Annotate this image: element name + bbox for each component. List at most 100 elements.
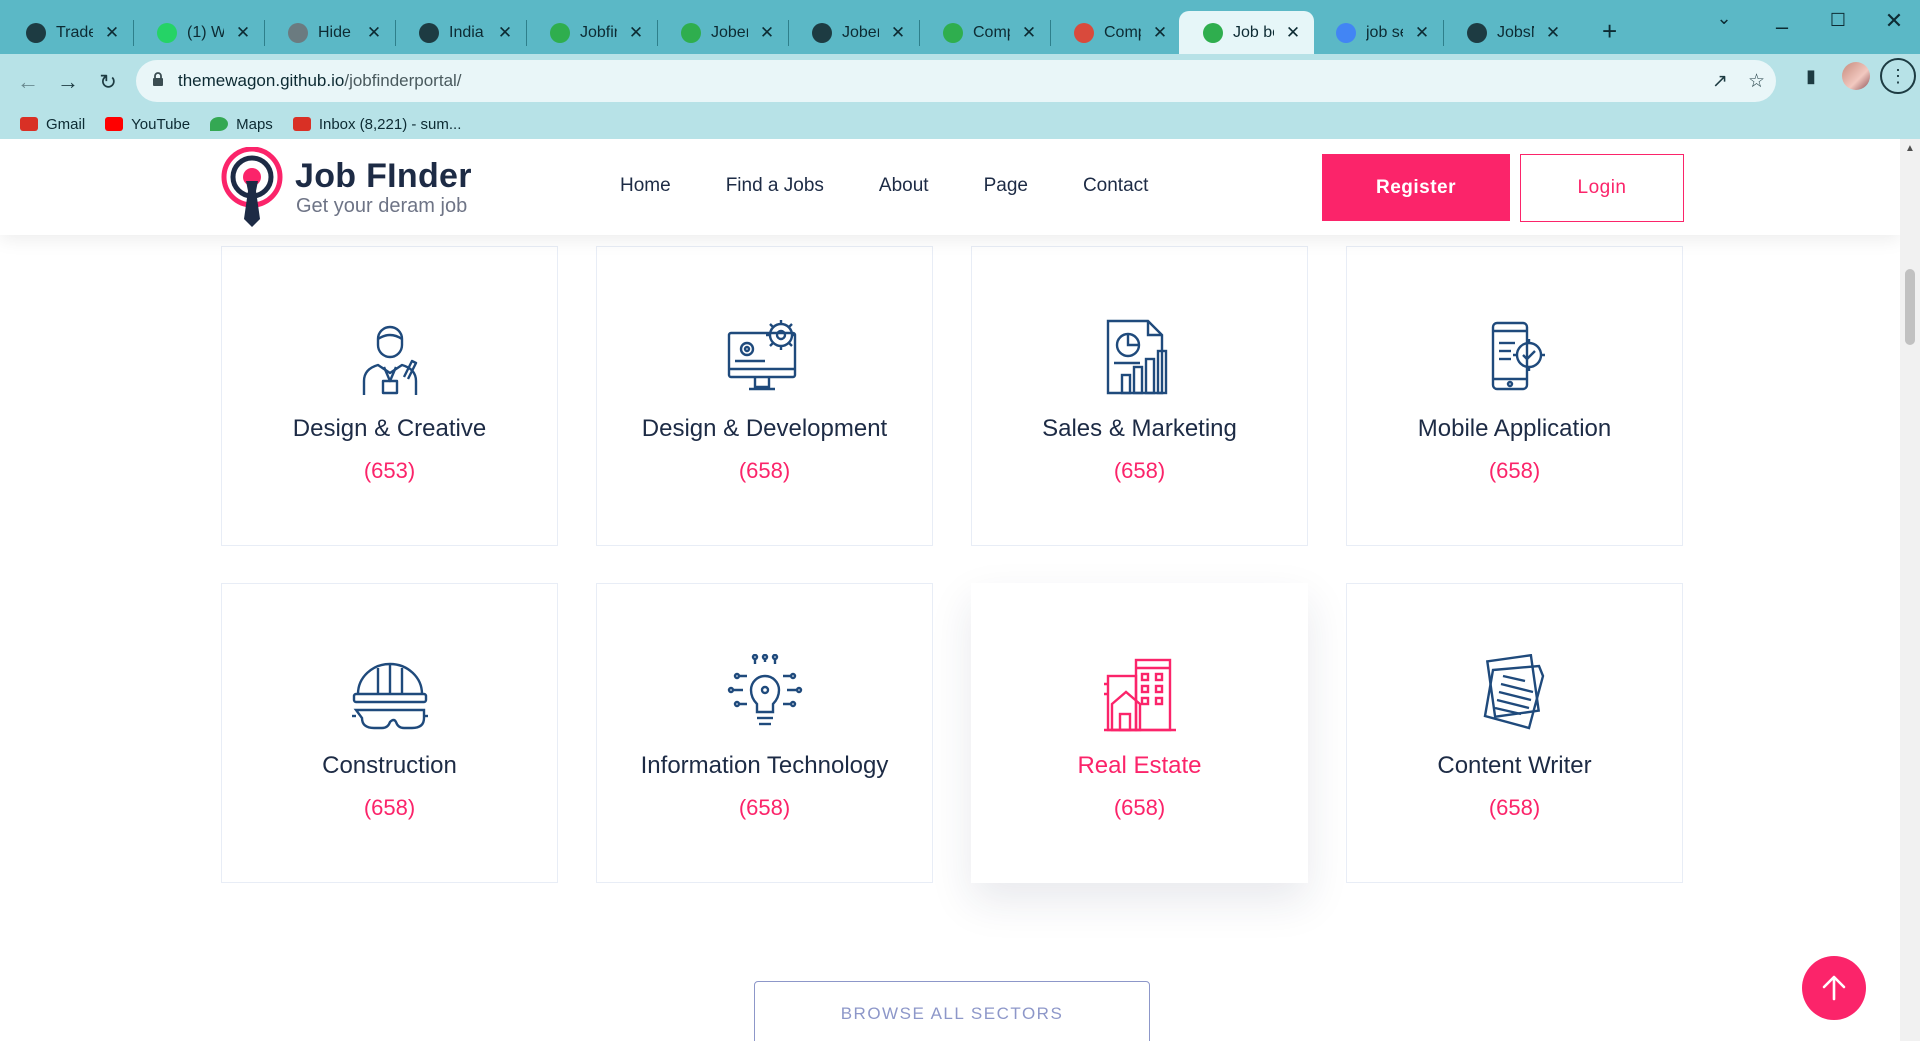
side-panel-icon[interactable]: ▮: [1806, 66, 1816, 87]
browser-tab[interactable]: Jober D ✕: [657, 11, 788, 54]
category-name: Information Technology: [640, 752, 889, 779]
category-card-real-estate[interactable]: Real Estate (658): [971, 583, 1308, 883]
category-card-mobile-application[interactable]: Mobile Application (658): [1346, 246, 1683, 546]
browser-tab[interactable]: Job boa ✕: [1179, 11, 1314, 54]
category-name: Real Estate: [1077, 752, 1202, 779]
logo-title[interactable]: Job FInder: [295, 157, 472, 196]
category-card-sales-marketing[interactable]: Sales & Marketing (658): [971, 246, 1308, 546]
forward-button[interactable]: →: [50, 64, 86, 100]
category-card-information-technology[interactable]: Information Technology (658): [596, 583, 933, 883]
browser-tab[interactable]: India Jo ✕: [395, 11, 526, 54]
browser-tab[interactable]: (1) Wha ✕: [133, 11, 264, 54]
tab-close-icon[interactable]: ✕: [758, 23, 776, 43]
tab-title: Jobfinde: [580, 23, 617, 41]
category-card-construction[interactable]: Construction (658): [221, 583, 558, 883]
login-button[interactable]: Login: [1520, 154, 1684, 222]
bookmarks-bar: Gmail YouTube Maps Inbox (8,221) - sum...: [0, 104, 461, 144]
address-bar[interactable]: themewagon.github.io/jobfinderportal/ ↗ …: [136, 60, 1776, 102]
tab-search-chevron-icon[interactable]: ⌄: [1704, 8, 1744, 29]
page-viewport: Job FInder Get your deram job Home Find …: [0, 139, 1900, 1041]
buildings-icon: [1104, 658, 1176, 732]
tab-close-icon[interactable]: ✕: [1020, 23, 1038, 43]
browser-menu-button[interactable]: ⋮: [1880, 58, 1916, 94]
tab-title: Traders: [56, 23, 93, 41]
hardhat-goggles-icon: [352, 662, 428, 730]
browser-tab[interactable]: Compo ✕: [1050, 11, 1181, 54]
minimize-button[interactable]: –: [1762, 14, 1802, 40]
maximize-button[interactable]: ☐: [1818, 10, 1858, 31]
chatgpt-icon: [288, 22, 308, 43]
documents-icon: [1483, 654, 1545, 730]
nav-page[interactable]: Page: [984, 175, 1028, 197]
tab-title: Jober D: [842, 23, 879, 41]
back-button[interactable]: ←: [10, 64, 46, 100]
profile-avatar[interactable]: [1842, 62, 1870, 90]
scroll-up-arrow-icon[interactable]: ▲: [1905, 143, 1915, 154]
nav-contact[interactable]: Contact: [1083, 175, 1148, 197]
nav-about[interactable]: About: [879, 175, 929, 197]
category-card-design-development[interactable]: Design & Development (658): [596, 246, 933, 546]
leaf-icon: [943, 22, 963, 43]
tab-title: (1) Wha: [187, 23, 224, 41]
bookmark-item[interactable]: Gmail: [20, 116, 85, 133]
scrollbar-thumb[interactable]: [1905, 269, 1915, 345]
tab-close-icon[interactable]: ✕: [365, 23, 383, 43]
tab-close-icon[interactable]: ✕: [1544, 23, 1562, 43]
tab-close-icon[interactable]: ✕: [1151, 23, 1169, 43]
tab-title: Job boa: [1233, 23, 1274, 41]
tab-title: job sear: [1366, 23, 1403, 41]
tab-title: Compo: [1104, 23, 1141, 41]
register-button[interactable]: Register: [1322, 154, 1510, 221]
browser-tab[interactable]: Jobfinde ✕: [526, 11, 657, 54]
globe-icon: [1467, 22, 1487, 43]
tab-close-icon[interactable]: ✕: [496, 23, 514, 43]
main-navigation: Home Find a Jobs About Page Contact: [620, 175, 1203, 197]
bookmark-item[interactable]: Maps: [210, 116, 273, 133]
check-circle-icon: [1203, 22, 1223, 43]
nav-find-jobs[interactable]: Find a Jobs: [726, 175, 824, 197]
browser-tab[interactable]: job sear ✕: [1312, 11, 1443, 54]
bookmark-item[interactable]: Inbox (8,221) - sum...: [292, 116, 461, 133]
bookmark-star-icon[interactable]: ☆: [1748, 70, 1765, 93]
reload-button[interactable]: ↻: [90, 64, 126, 100]
category-count: (658): [363, 795, 416, 820]
browser-tab[interactable]: Traders ✕: [2, 11, 133, 54]
close-window-button[interactable]: ✕: [1874, 8, 1914, 34]
category-card-design-creative[interactable]: Design & Creative (653): [221, 246, 558, 546]
category-card-content-writer[interactable]: Content Writer (658): [1346, 583, 1683, 883]
category-count: (658): [738, 795, 791, 820]
monitor-gears-icon: [727, 320, 797, 391]
page-scrollbar[interactable]: ▲: [1900, 139, 1920, 1041]
category-count: (658): [1488, 458, 1541, 483]
tab-close-icon[interactable]: ✕: [1413, 23, 1431, 43]
lock-icon: [153, 72, 163, 86]
browser-tab[interactable]: Compo ✕: [919, 11, 1050, 54]
scroll-to-top-button[interactable]: [1802, 956, 1866, 1020]
tab-close-icon[interactable]: ✕: [627, 23, 645, 43]
gmail-icon: [292, 117, 311, 131]
nav-home[interactable]: Home: [620, 175, 671, 197]
tab-title: Hide ele: [318, 23, 355, 41]
browser-tab[interactable]: JobsNo ✕: [1443, 11, 1574, 54]
designer-person-icon: [362, 325, 418, 395]
site-header: Job FInder Get your deram job Home Find …: [0, 139, 1900, 235]
category-count: (658): [1113, 458, 1166, 483]
logo-subtitle: Get your deram job: [296, 195, 468, 217]
globe-icon: [26, 22, 46, 43]
browser-tab[interactable]: Jober D ✕: [788, 11, 919, 54]
tab-close-icon[interactable]: ✕: [1284, 23, 1302, 43]
logo-icon[interactable]: [220, 147, 284, 227]
info-icon: [419, 22, 439, 43]
browser-toolbar: ← → ↻ themewagon.github.io/jobfinderport…: [0, 54, 1920, 152]
youtube-icon: [105, 117, 124, 131]
tab-close-icon[interactable]: ✕: [234, 23, 252, 43]
bookmark-item[interactable]: YouTube: [105, 116, 190, 133]
tab-close-icon[interactable]: ✕: [889, 23, 907, 43]
leaf-icon: [550, 22, 570, 43]
globe-icon: [812, 22, 832, 43]
browse-all-sectors-button[interactable]: BROWSE ALL SECTORS: [754, 981, 1150, 1041]
tab-close-icon[interactable]: ✕: [103, 23, 121, 43]
new-tab-button[interactable]: +: [1602, 16, 1617, 47]
browser-tab[interactable]: Hide ele ✕: [264, 11, 395, 54]
share-icon[interactable]: ↗: [1712, 70, 1728, 93]
